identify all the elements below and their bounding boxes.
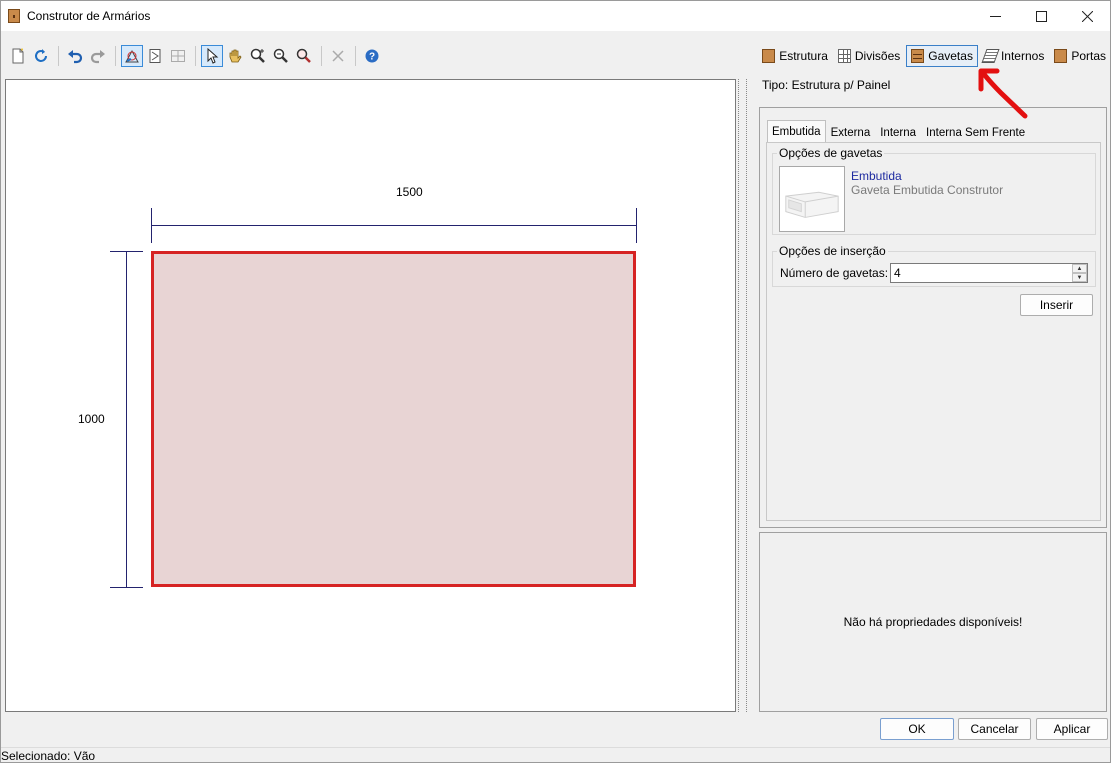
title-bar: Construtor de Armários bbox=[1, 1, 1110, 31]
apply-button[interactable]: Aplicar bbox=[1036, 718, 1108, 740]
pointer-icon bbox=[207, 48, 219, 64]
tool-internos[interactable]: Internos bbox=[980, 45, 1048, 67]
drawer-options-group: Opções de gavetas Embutida Gaveta Embuti… bbox=[772, 146, 1096, 235]
svg-text:?: ? bbox=[369, 52, 375, 63]
refresh-button[interactable] bbox=[30, 45, 52, 67]
zoom-fit-icon bbox=[296, 48, 311, 63]
ok-button[interactable]: OK bbox=[880, 718, 954, 740]
maximize-icon bbox=[1035, 10, 1047, 22]
tab-externa[interactable]: Externa bbox=[826, 122, 876, 142]
width-dimension-label: 1500 bbox=[396, 185, 423, 199]
toolbar-separator bbox=[115, 46, 116, 66]
toolbar-separator bbox=[195, 46, 196, 66]
selection-status: Selecionado: Vão bbox=[1, 749, 96, 763]
minimize-icon bbox=[989, 15, 1001, 17]
toolbar-separator bbox=[58, 46, 59, 66]
insert-options-title: Opções de inserção bbox=[777, 244, 888, 258]
maximize-button[interactable] bbox=[1018, 1, 1064, 31]
pan-hand-icon bbox=[229, 49, 242, 63]
zoom-out-icon bbox=[273, 48, 288, 63]
pan-hand-button[interactable] bbox=[224, 45, 246, 67]
minimize-button[interactable] bbox=[972, 1, 1018, 31]
grid-icon bbox=[171, 50, 185, 62]
selected-panel-area[interactable] bbox=[151, 251, 636, 587]
drawer-preview-image bbox=[785, 191, 839, 218]
internos-icon bbox=[981, 49, 1000, 63]
draw-shape-button[interactable] bbox=[121, 45, 143, 67]
tab-interna[interactable]: Interna bbox=[875, 122, 921, 142]
panel-splitter[interactable] bbox=[738, 79, 747, 712]
tab-content: Opções de gavetas Embutida Gaveta Embuti… bbox=[766, 142, 1101, 521]
refresh-icon bbox=[35, 49, 47, 62]
grid-button[interactable] bbox=[167, 45, 189, 67]
tool-portas-label: Portas bbox=[1071, 49, 1106, 63]
tool-gavetas[interactable]: Gavetas bbox=[906, 45, 978, 67]
height-dimension-line bbox=[126, 251, 127, 588]
tool-gavetas-label: Gavetas bbox=[928, 49, 973, 63]
stepper-down-icon[interactable]: ▼ bbox=[1072, 273, 1087, 282]
estrutura-icon bbox=[762, 49, 776, 63]
tool-estrutura[interactable]: Estrutura bbox=[758, 45, 832, 67]
height-dimension-label: 1000 bbox=[78, 412, 105, 426]
window-title: Construtor de Armários bbox=[27, 9, 151, 23]
tab-embutida[interactable]: Embutida bbox=[767, 120, 826, 142]
delete-icon bbox=[332, 50, 344, 62]
tool-divisoes-label: Divisões bbox=[854, 49, 901, 63]
app-icon bbox=[8, 9, 20, 23]
close-icon bbox=[1081, 10, 1093, 22]
type-label: Tipo: Estrutura p/ Painel bbox=[762, 78, 891, 92]
zoom-out-button[interactable] bbox=[270, 45, 292, 67]
width-dimension-line bbox=[151, 225, 637, 226]
toolbar-separator bbox=[321, 46, 322, 66]
builder-window: Construtor de Armários ? Estrutura Divis… bbox=[0, 0, 1111, 763]
help-icon: ? bbox=[365, 49, 379, 63]
drawer-type-tabs: Embutida Externa Interna Interna Sem Fre… bbox=[767, 120, 1030, 142]
stepper-up-icon[interactable]: ▲ bbox=[1072, 264, 1087, 273]
help-button[interactable]: ? bbox=[361, 45, 383, 67]
redo-button[interactable] bbox=[87, 45, 109, 67]
new-button[interactable] bbox=[7, 45, 29, 67]
resize-icon bbox=[149, 49, 161, 63]
toolbar: ? Estrutura Divisões Gavetas Internos Po… bbox=[1, 43, 1110, 69]
portas-icon bbox=[1054, 49, 1068, 63]
tool-estrutura-label: Estrutura bbox=[779, 49, 828, 63]
drawer-count-stepper[interactable]: ▲ ▼ bbox=[1072, 264, 1087, 282]
zoom-fit-button[interactable] bbox=[293, 45, 315, 67]
undo-icon bbox=[68, 50, 83, 64]
delete-button[interactable] bbox=[327, 45, 349, 67]
tool-internos-label: Internos bbox=[1000, 49, 1045, 63]
zoom-in-button[interactable] bbox=[247, 45, 269, 67]
drawer-count-input[interactable] bbox=[890, 263, 1088, 283]
undo-button[interactable] bbox=[64, 45, 86, 67]
tab-interna-sem-frente[interactable]: Interna Sem Frente bbox=[921, 122, 1030, 142]
mode-tools: Estrutura Divisões Gavetas Internos Port… bbox=[756, 43, 1110, 69]
gavetas-icon bbox=[911, 49, 925, 63]
drawer-thumbnail[interactable] bbox=[779, 166, 845, 232]
drawer-item-name[interactable]: Embutida bbox=[851, 169, 902, 183]
pointer-button[interactable] bbox=[201, 45, 223, 67]
close-button[interactable] bbox=[1064, 1, 1110, 31]
no-properties-message: Não há propriedades disponíveis! bbox=[843, 615, 1023, 629]
resize-button[interactable] bbox=[144, 45, 166, 67]
draw-shape-icon bbox=[125, 49, 139, 63]
status-bar: Selecionado: Vão bbox=[1, 747, 1110, 763]
toolbar-separator bbox=[355, 46, 356, 66]
zoom-in-icon bbox=[250, 48, 265, 63]
new-icon bbox=[12, 48, 24, 64]
insert-options-group: Opções de inserção Número de gavetas: ▲ … bbox=[772, 244, 1096, 287]
insert-button[interactable]: Inserir bbox=[1020, 294, 1093, 316]
drawer-item-description: Gaveta Embutida Construtor bbox=[851, 183, 1004, 197]
divisoes-icon bbox=[837, 49, 851, 63]
cancel-button[interactable]: Cancelar bbox=[958, 718, 1031, 740]
drawer-count-label: Número de gavetas: bbox=[780, 266, 889, 280]
drawing-canvas[interactable]: 1500 1000 bbox=[5, 79, 736, 712]
properties-panel: Não há propriedades disponíveis! bbox=[759, 532, 1107, 712]
tool-portas[interactable]: Portas bbox=[1050, 45, 1110, 67]
tool-divisoes[interactable]: Divisões bbox=[834, 45, 904, 67]
redo-icon bbox=[90, 50, 105, 64]
drawer-options-title: Opções de gavetas bbox=[777, 146, 885, 160]
